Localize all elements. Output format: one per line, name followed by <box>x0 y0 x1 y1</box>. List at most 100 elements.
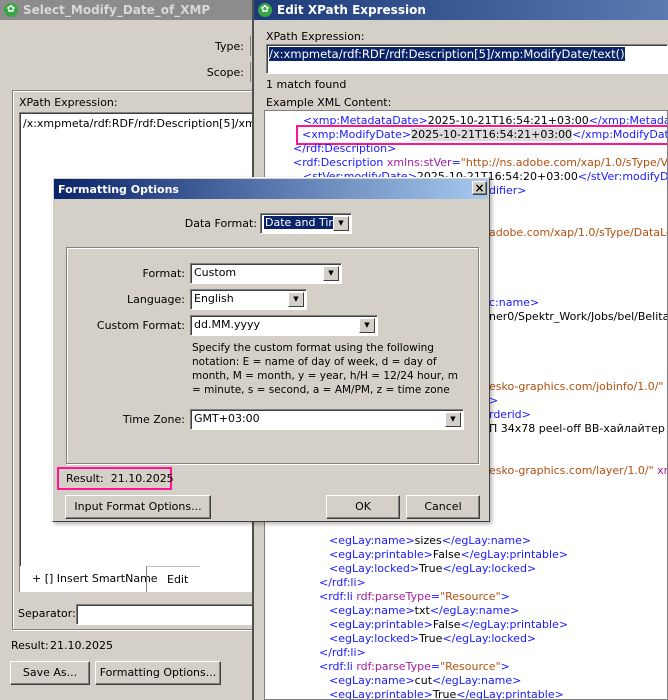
edit-xpath-selected-text: /x:xmpmeta/rdf:RDF/rdf:Description[5]/xm… <box>269 47 625 61</box>
save-as-button[interactable]: Save As... <box>10 661 90 685</box>
xml-val: "http://ns.adobe.com/xap/1.0/sType/Versi… <box>460 156 668 169</box>
tab-edit[interactable]: Edit <box>146 566 201 592</box>
time-zone-label: Time Zone: <box>122 413 185 426</box>
chevron-down-icon: ▼ <box>288 292 304 307</box>
xml-line: <egLay:locked>True</egLay:locked> <box>329 562 536 576</box>
xml-attr: rdf:parseType <box>356 590 431 603</box>
xml-tag: = <box>430 590 441 603</box>
tab-insert-smartname[interactable]: + [] Insert SmartName <box>32 572 158 585</box>
xml-tag: </egLay:locked> <box>442 632 537 645</box>
dialog-result: Result: 21.10.2025 <box>57 467 174 490</box>
xml-tag: </xmp:ModifyDate> <box>572 128 667 141</box>
xml-line: <egLay:name>sizes</egLay:name> <box>329 534 531 548</box>
chevron-down-icon: ▼ <box>323 266 339 281</box>
result-label: Result: <box>11 639 49 652</box>
xml-val: esko-graphics.com/layer/1.0/" <box>489 464 658 477</box>
input-format-options-button[interactable]: Input Format Options... <box>65 495 211 519</box>
xml-tag: </egLay:printable> <box>460 618 569 631</box>
xml-tag: c:name> <box>489 296 540 309</box>
xml-tag: <xmp:ModifyDate> <box>302 128 412 141</box>
xml-val: esko-graphics.com/jobinfo/1.0/" <box>489 380 667 393</box>
xpath-text: /x:xmpmeta/rdf:RDF/rdf:Description[5]/xm… <box>23 117 258 130</box>
dialog-result-label: Result: <box>66 472 104 485</box>
data-format-label: Data Format: <box>184 217 257 230</box>
xml-line: <egLay:printable>False</egLay:printable> <box>329 548 568 562</box>
xml-tag: </stVer:modifyDate> <box>577 170 668 183</box>
xml-tag: </rdf:li> <box>319 646 366 659</box>
language-value: English <box>194 292 234 305</box>
xml-tag: <xmp:MetadataDate> <box>303 114 428 127</box>
xml-line: esko-graphics.com/layer/1.0/" xmlns <box>489 464 667 478</box>
xml-attr: rdf:parseType <box>356 660 431 673</box>
xml-line: <rdf:li rdf:parseType="Resource"> <box>319 660 510 674</box>
xml-tag: </egLay:name> <box>441 534 532 547</box>
xml-line: П 34x78 peel-off ВВ-хайлайтер с эф <box>489 422 667 436</box>
xml-line: <egLay:printable>True</egLay:printable> <box>329 688 564 700</box>
chevron-down-icon: ▼ <box>333 216 349 231</box>
xml-tag: > <box>500 660 510 673</box>
dialog-title: Formatting Options <box>58 182 179 196</box>
time-zone-value: GMT+03:00 <box>194 412 260 425</box>
edit-xpath-input[interactable]: /x:xmpmeta/rdf:RDF/rdf:Description[5]/xm… <box>266 44 668 74</box>
xml-text: 2025-10-21T16:54:21+03:00 <box>427 114 589 127</box>
ok-button[interactable]: OK <box>326 495 400 519</box>
xml-text: cut <box>414 674 433 687</box>
xml-tag: </egLay:printable> <box>460 548 569 561</box>
data-format-select[interactable]: Date and Time ▼ <box>260 213 352 234</box>
formatting-options-dialog: Formatting Options × Data Format: Date a… <box>52 177 490 522</box>
xml-line: adobe.com/xap/1.0/sType/DataLocat <box>489 226 667 240</box>
xml-line: esko-graphics.com/jobinfo/1.0/" rdf: <box>489 380 667 394</box>
xml-text: ner0/Spektr_Work/Jobs/bel/BelitaVite <box>489 310 667 323</box>
close-x-icon[interactable]: × <box>472 181 487 195</box>
xml-tag: </egLay:name> <box>432 674 522 687</box>
xml-attr: xmlns:stVer <box>386 156 452 169</box>
separator-input[interactable] <box>76 604 256 625</box>
xml-tag: <egLay:printable> <box>329 688 433 700</box>
cancel-button[interactable]: Cancel <box>406 495 480 519</box>
xml-tag: </egLay:printable> <box>456 688 564 700</box>
custom-format-help: Specify the custom format using the foll… <box>192 342 458 396</box>
xml-line: <xmp:ModifyDate>2025-10-21T16:54:21+03:0… <box>296 125 667 145</box>
xml-text: True <box>419 632 443 645</box>
xml-line: </rdf:li> <box>319 646 366 660</box>
xml-line: ner0/Spektr_Work/Jobs/bel/BelitaVite <box>489 310 667 324</box>
xml-tag: > <box>500 590 510 603</box>
right-window-title: Edit XPath Expression <box>277 3 426 17</box>
xml-text: True <box>419 562 443 575</box>
edit-xpath-label: XPath Expression: <box>266 30 365 43</box>
xml-tag: <egLay:name> <box>329 604 415 617</box>
formatting-options-button[interactable]: Formatting Options... <box>95 661 221 685</box>
dialog-result-value: 21.10.2025 <box>110 472 174 485</box>
result-value: 21.10.2025 <box>50 639 113 652</box>
time-zone-select[interactable]: GMT+03:00 ▼ <box>190 409 464 430</box>
xml-tag: = <box>430 660 441 673</box>
xml-tag: <egLay:printable> <box>329 548 433 561</box>
xml-line: c:name> <box>489 296 539 310</box>
match-status: 1 match found <box>266 78 347 91</box>
xml-line: rderid> <box>489 408 531 422</box>
chevron-down-icon: ▼ <box>445 412 461 427</box>
xml-line: </rdf:Description> <box>293 142 396 156</box>
xml-text: 2025-10-21T16:54:21+03:00 <box>411 128 573 141</box>
xml-tag: </xmp:MetadataDate> <box>588 114 667 127</box>
xml-val: "Resource" <box>440 660 501 673</box>
xml-tag: <egLay:locked> <box>329 562 420 575</box>
gear-icon: ✿ <box>4 3 18 17</box>
scope-label: Scope: <box>206 66 244 79</box>
custom-format-combo[interactable]: dd.MM.yyyy ▼ <box>190 315 378 336</box>
xml-tag: > <box>489 394 499 407</box>
xml-tag: <egLay:printable> <box>329 618 433 631</box>
xml-tag: <egLay:name> <box>329 674 415 687</box>
format-select[interactable]: Custom ▼ <box>190 263 342 284</box>
xml-val: "Resource" <box>440 590 501 603</box>
format-value: Custom <box>194 266 237 279</box>
xpath-label: XPath Expression: <box>19 96 118 109</box>
left-window-title: Select_Modify_Date_of_XMP <box>23 3 211 17</box>
xml-tag: <rdf:li <box>319 660 357 673</box>
xml-text: True <box>432 688 457 700</box>
xml-val: adobe.com/xap/1.0/sType/DataLocat <box>489 226 667 239</box>
xml-tag: <rdf:Description <box>293 156 387 169</box>
xml-text: False <box>432 618 461 631</box>
custom-format-value: dd.MM.yyyy <box>194 318 260 331</box>
language-select[interactable]: English ▼ <box>190 289 307 310</box>
